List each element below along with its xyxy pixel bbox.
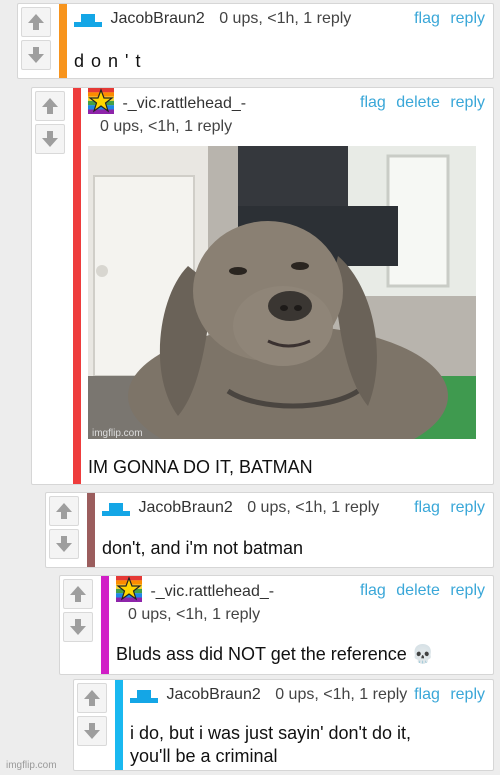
delete-link[interactable]: delete [396, 94, 440, 111]
upvote-button[interactable] [21, 7, 51, 37]
blue-tray-avatar-icon[interactable] [130, 687, 158, 703]
username-link[interactable]: -_vic.rattlehead_- [150, 583, 274, 600]
arrow-down-icon [84, 723, 100, 739]
reply-depth-stripe [87, 493, 95, 567]
arrow-up-icon [28, 14, 44, 30]
username-link[interactable]: JacobBraun2 [110, 10, 204, 27]
comment-body: JacobBraun2 0 ups, <1h, 1 reply flag rep… [102, 493, 485, 567]
comment-text-line-2: you'll be a criminal [130, 746, 278, 766]
arrow-down-icon [42, 131, 58, 147]
flag-link[interactable]: flag [360, 582, 386, 599]
downvote-button[interactable] [63, 612, 93, 642]
reply-link[interactable]: reply [450, 686, 485, 703]
comment-stats: 0 ups, <1h, 1 reply [247, 499, 380, 516]
comment-5: JacobBraun2 0 ups, <1h, 1 reply flag rep… [73, 679, 494, 771]
upvote-button[interactable] [49, 496, 79, 526]
comment-2: -_vic.rattlehead_- flag delete reply 0 u… [31, 87, 494, 485]
blue-tray-avatar-icon[interactable] [74, 11, 102, 27]
flag-link[interactable]: flag [414, 499, 440, 516]
comment-text: Bluds ass did NOT get the reference 💀 [116, 644, 435, 664]
arrow-down-icon [28, 47, 44, 63]
flag-link[interactable]: flag [414, 686, 440, 703]
vote-column [60, 576, 96, 642]
comment-actions: flag delete reply [354, 582, 485, 600]
reply-link[interactable]: reply [450, 582, 485, 599]
arrow-up-icon [70, 586, 86, 602]
comment-body: -_vic.rattlehead_- flag delete reply 0 u… [116, 576, 485, 674]
upvote-button[interactable] [35, 91, 65, 121]
upvote-button[interactable] [63, 579, 93, 609]
comment-4: -_vic.rattlehead_- flag delete reply 0 u… [59, 575, 494, 675]
comment-stats: 0 ups, <1h, 1 reply [275, 686, 408, 703]
upvote-button[interactable] [77, 683, 107, 713]
comment-actions: flag reply [408, 10, 485, 28]
arrow-up-icon [56, 503, 72, 519]
reply-link[interactable]: reply [450, 10, 485, 27]
vote-column [46, 493, 82, 559]
comment-actions: flag reply [408, 686, 485, 704]
flag-link[interactable]: flag [360, 94, 386, 111]
reply-link[interactable]: reply [450, 499, 485, 516]
comment-actions: flag reply [408, 499, 485, 517]
site-watermark: imgflip.com [6, 760, 57, 771]
reply-depth-stripe [73, 88, 81, 484]
arrow-down-icon [56, 536, 72, 552]
downvote-button[interactable] [77, 716, 107, 746]
comment-stats: 0 ups, <1h, 1 reply [100, 118, 233, 135]
comment-1: JacobBraun2 0 ups, <1h, 1 reply flag rep… [17, 3, 494, 79]
blue-tray-avatar-icon[interactable] [102, 500, 130, 516]
downvote-button[interactable] [21, 40, 51, 70]
arrow-up-icon [84, 690, 100, 706]
comment-text-line-1: i do, but i was just sayin' don't do it, [130, 723, 412, 743]
reply-depth-stripe [59, 4, 67, 78]
dog-photo [88, 146, 476, 439]
comment-text: d o n ' t [74, 51, 142, 71]
downvote-button[interactable] [35, 124, 65, 154]
downvote-button[interactable] [49, 529, 79, 559]
comment-body: JacobBraun2 0 ups, <1h, 1 reply flag rep… [130, 680, 485, 770]
username-link[interactable]: JacobBraun2 [166, 686, 260, 703]
arrow-up-icon [42, 98, 58, 114]
comment-body: -_vic.rattlehead_- flag delete reply 0 u… [88, 88, 485, 484]
image-watermark: imgflip.com [92, 428, 143, 439]
comment-stats: 0 ups, <1h, 1 reply [219, 10, 352, 27]
username-link[interactable]: -_vic.rattlehead_- [122, 95, 246, 112]
rainbow-star-avatar-icon[interactable] [88, 88, 114, 114]
username-link[interactable]: JacobBraun2 [138, 499, 232, 516]
comment-3: JacobBraun2 0 ups, <1h, 1 reply flag rep… [45, 492, 494, 568]
reply-depth-stripe [101, 576, 109, 674]
vote-column [32, 88, 68, 154]
delete-link[interactable]: delete [396, 582, 440, 599]
vote-column [74, 680, 110, 746]
comment-actions: flag delete reply [354, 94, 485, 112]
comment-text: IM GONNA DO IT, BATMAN [88, 457, 313, 477]
meme-image[interactable]: imgflip.com [88, 146, 476, 439]
flag-link[interactable]: flag [414, 10, 440, 27]
comment-body: JacobBraun2 0 ups, <1h, 1 reply flag rep… [74, 4, 485, 78]
reply-depth-stripe [115, 680, 123, 770]
rainbow-star-avatar-icon[interactable] [116, 576, 142, 602]
reply-link[interactable]: reply [450, 94, 485, 111]
arrow-down-icon [70, 619, 86, 635]
comment-stats: 0 ups, <1h, 1 reply [128, 606, 261, 623]
vote-column [18, 4, 54, 70]
comment-text: don't, and i'm not batman [102, 538, 303, 558]
